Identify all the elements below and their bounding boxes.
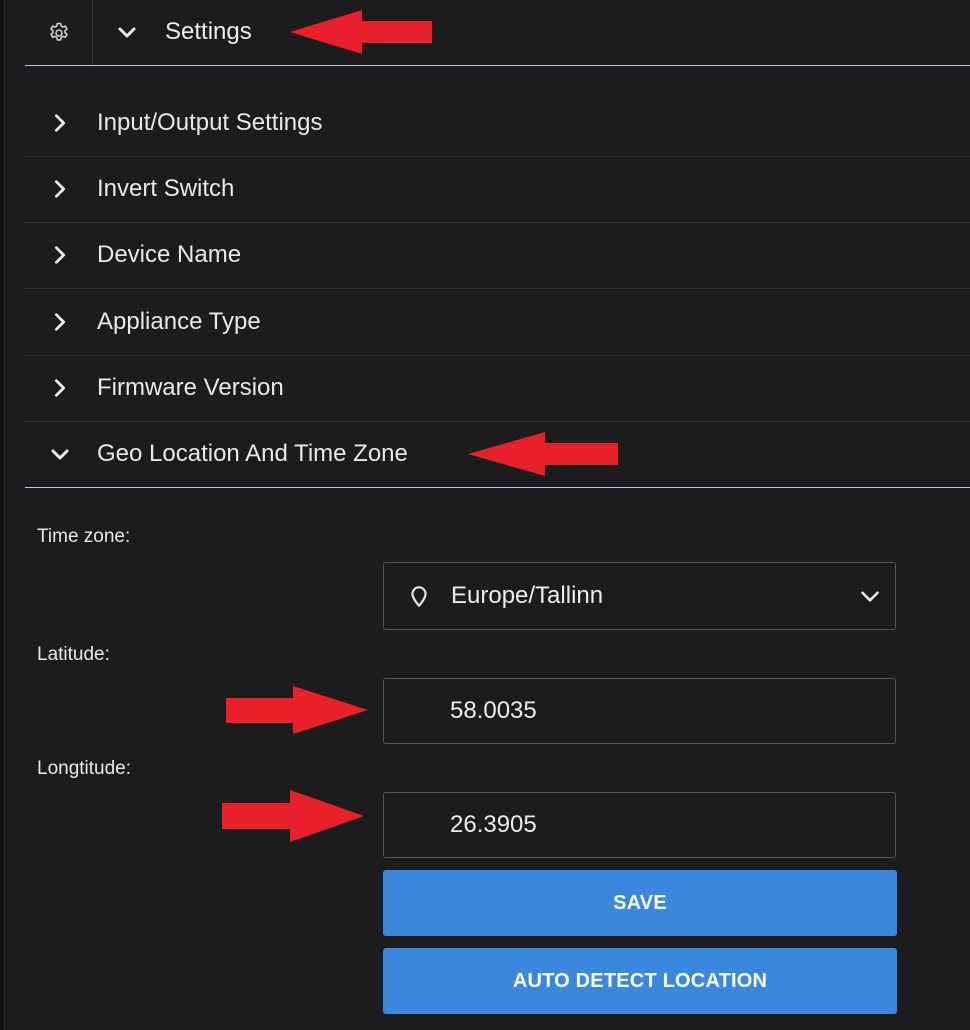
latitude-label: Latitude: — [37, 644, 110, 665]
latitude-field-box — [383, 678, 896, 744]
chevron-right-icon — [54, 379, 66, 397]
chevron-right-icon — [54, 246, 66, 264]
annotation-arrow — [222, 790, 364, 842]
section-invert-switch[interactable]: Invert Switch — [25, 156, 970, 223]
auto-detect-location-button[interactable]: AUTO DETECT LOCATION — [383, 948, 897, 1014]
panel-left-border — [0, 0, 5, 1030]
timezone-label: Time zone: — [37, 526, 131, 547]
gear-icon — [49, 22, 68, 41]
longitude-field-box — [383, 792, 896, 858]
collapse-settings-button[interactable] — [113, 18, 141, 46]
latitude-input[interactable] — [450, 679, 870, 743]
section-label: Firmware Version — [97, 374, 284, 401]
annotation-arrow — [226, 686, 368, 734]
section-label: Device Name — [97, 241, 242, 268]
chevron-right-icon — [54, 114, 66, 132]
chevron-down-icon — [861, 591, 879, 602]
chevron-right-icon — [54, 313, 66, 331]
page-title: Settings — [165, 18, 252, 45]
chevron-down-icon — [118, 27, 136, 38]
chevron-right-icon — [54, 180, 66, 198]
timezone-select[interactable]: Europe/Tallinn — [383, 562, 896, 630]
section-label: Invert Switch — [97, 175, 235, 202]
section-device-name[interactable]: Device Name — [25, 222, 970, 289]
timezone-value: Europe/Tallinn — [451, 582, 604, 609]
section-input-output-settings[interactable]: Input/Output Settings — [25, 90, 970, 157]
section-appliance-type[interactable]: Appliance Type — [25, 289, 970, 356]
location-pin-icon — [411, 586, 427, 607]
section-label: Geo Location And Time Zone — [97, 440, 408, 467]
settings-header: Settings — [25, 0, 970, 66]
chevron-down-icon — [51, 449, 69, 460]
save-button[interactable]: SAVE — [383, 870, 897, 936]
longitude-input[interactable] — [450, 793, 870, 857]
annotation-arrow — [290, 10, 432, 54]
annotation-arrow — [468, 432, 618, 476]
section-firmware-version[interactable]: Firmware Version — [25, 355, 970, 422]
section-label: Appliance Type — [97, 308, 261, 335]
settings-gear-button[interactable] — [25, 0, 93, 65]
section-label: Input/Output Settings — [97, 109, 323, 136]
longitude-label: Longtitude: — [37, 758, 132, 779]
